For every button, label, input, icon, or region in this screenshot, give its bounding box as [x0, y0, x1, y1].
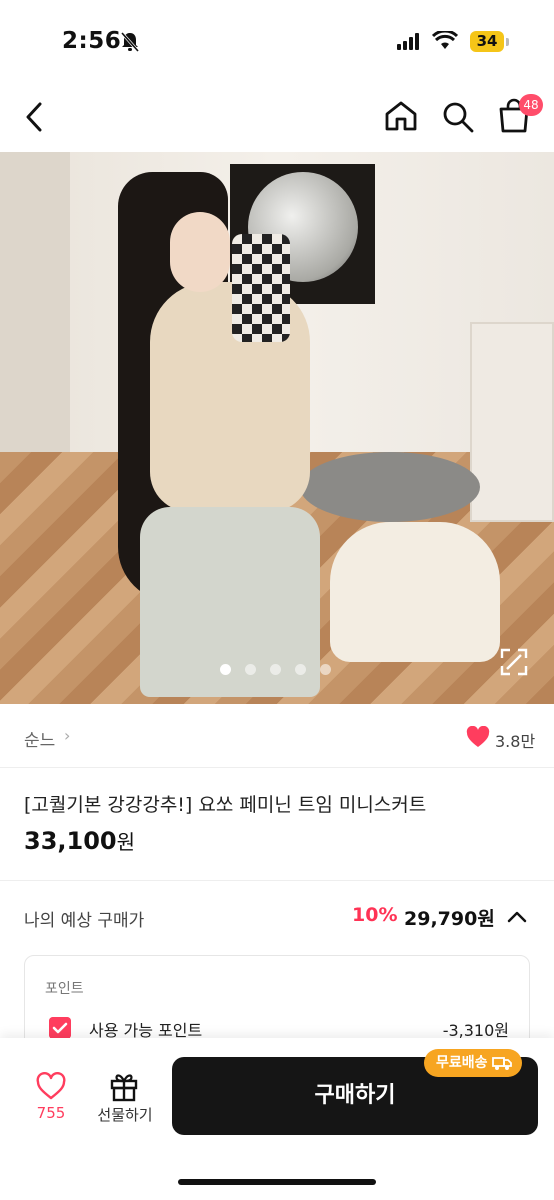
wishlist-count[interactable]: 755 [30, 1104, 72, 1122]
product-image-carousel[interactable] [0, 152, 554, 704]
wifi-icon [432, 31, 458, 49]
top-navigation: 48 [0, 80, 554, 152]
back-arrow-icon[interactable] [22, 100, 52, 134]
expected-price-row[interactable]: 나의 예상 구매가 10% 29,790원 [0, 900, 554, 936]
expected-price-value: 29,790원 [404, 908, 495, 930]
product-title: [고퀄기본 강강강추!] 요쏘 페미닌 트임 미니스커트 [24, 794, 427, 816]
status-bar: 2:56 34 [0, 0, 554, 80]
carousel-dot[interactable] [295, 664, 306, 675]
home-icon[interactable] [384, 100, 418, 132]
carousel-dot[interactable] [270, 664, 281, 675]
section-divider [0, 880, 554, 881]
price-value: 33,100 [24, 827, 117, 855]
carousel-dot[interactable] [220, 664, 231, 675]
battery-indicator: 34 [470, 31, 504, 52]
wishlist-heart-icon[interactable] [36, 1072, 66, 1102]
points-title: 포인트 [45, 981, 84, 997]
free-shipping-label: 무료배송 [436, 1055, 488, 1071]
brand-link[interactable]: 순느 [24, 726, 55, 751]
image-model-face [170, 212, 230, 292]
bottom-action-bar: 755 선물하기 구매하기 무료배송 [0, 1038, 554, 1200]
brand-row: 순느 › 3.8만 [0, 704, 554, 768]
image-model-phone [232, 234, 290, 342]
gift-button-label[interactable]: 선물하기 [90, 1104, 160, 1125]
home-indicator [178, 1179, 376, 1185]
carousel-dot[interactable] [320, 664, 331, 675]
delivery-truck-icon [491, 1057, 512, 1070]
like-count: 3.8만 [495, 732, 536, 751]
chevron-right-icon[interactable]: › [64, 726, 70, 745]
bell-slash-icon [120, 32, 140, 52]
price-unit: 원 [116, 830, 136, 854]
carousel-dot[interactable] [245, 664, 256, 675]
expand-icon[interactable] [500, 648, 528, 676]
chevron-up-icon[interactable] [506, 906, 528, 928]
product-price: 33,100원 [24, 826, 135, 855]
gift-icon[interactable] [109, 1070, 139, 1102]
points-checkbox[interactable] [49, 1017, 71, 1039]
discount-percent: 10% [352, 904, 398, 926]
search-icon[interactable] [441, 100, 475, 134]
cellular-signal-icon [397, 33, 419, 50]
image-wall-panel [470, 322, 554, 522]
battery-tip [506, 38, 509, 46]
expected-price-label: 나의 예상 구매가 [24, 911, 145, 931]
free-shipping-badge: 무료배송 [424, 1049, 522, 1077]
heart-icon[interactable] [466, 726, 490, 748]
carousel-page-dots [220, 664, 331, 675]
cart-count-badge: 48 [519, 94, 543, 116]
status-time: 2:56 [62, 28, 122, 54]
image-sofa [330, 522, 500, 662]
image-marble-table [300, 452, 480, 522]
